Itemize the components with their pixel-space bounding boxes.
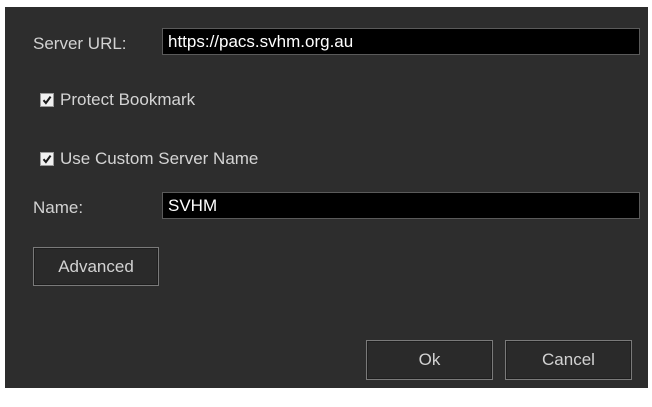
use-custom-server-name-checkbox[interactable]: Use Custom Server Name	[40, 149, 258, 169]
name-input[interactable]	[162, 192, 640, 219]
name-label: Name:	[33, 198, 84, 217]
checkmark-icon	[42, 96, 52, 105]
protect-bookmark-check-box[interactable]	[40, 93, 54, 107]
server-url-label: Server URL:	[33, 34, 127, 53]
cancel-button[interactable]: Cancel	[505, 340, 632, 380]
advanced-button[interactable]: Advanced	[33, 247, 159, 286]
ok-button[interactable]: Ok	[366, 340, 493, 380]
server-url-input[interactable]	[162, 28, 640, 55]
server-settings-dialog: Server URL: Protect Bookmark Use Custom …	[5, 7, 648, 388]
checkmark-icon	[42, 155, 52, 164]
protect-bookmark-checkbox[interactable]: Protect Bookmark	[40, 90, 195, 110]
use-custom-server-name-label: Use Custom Server Name	[60, 149, 259, 168]
use-custom-server-name-check-box[interactable]	[40, 152, 54, 166]
protect-bookmark-label: Protect Bookmark	[60, 90, 196, 109]
